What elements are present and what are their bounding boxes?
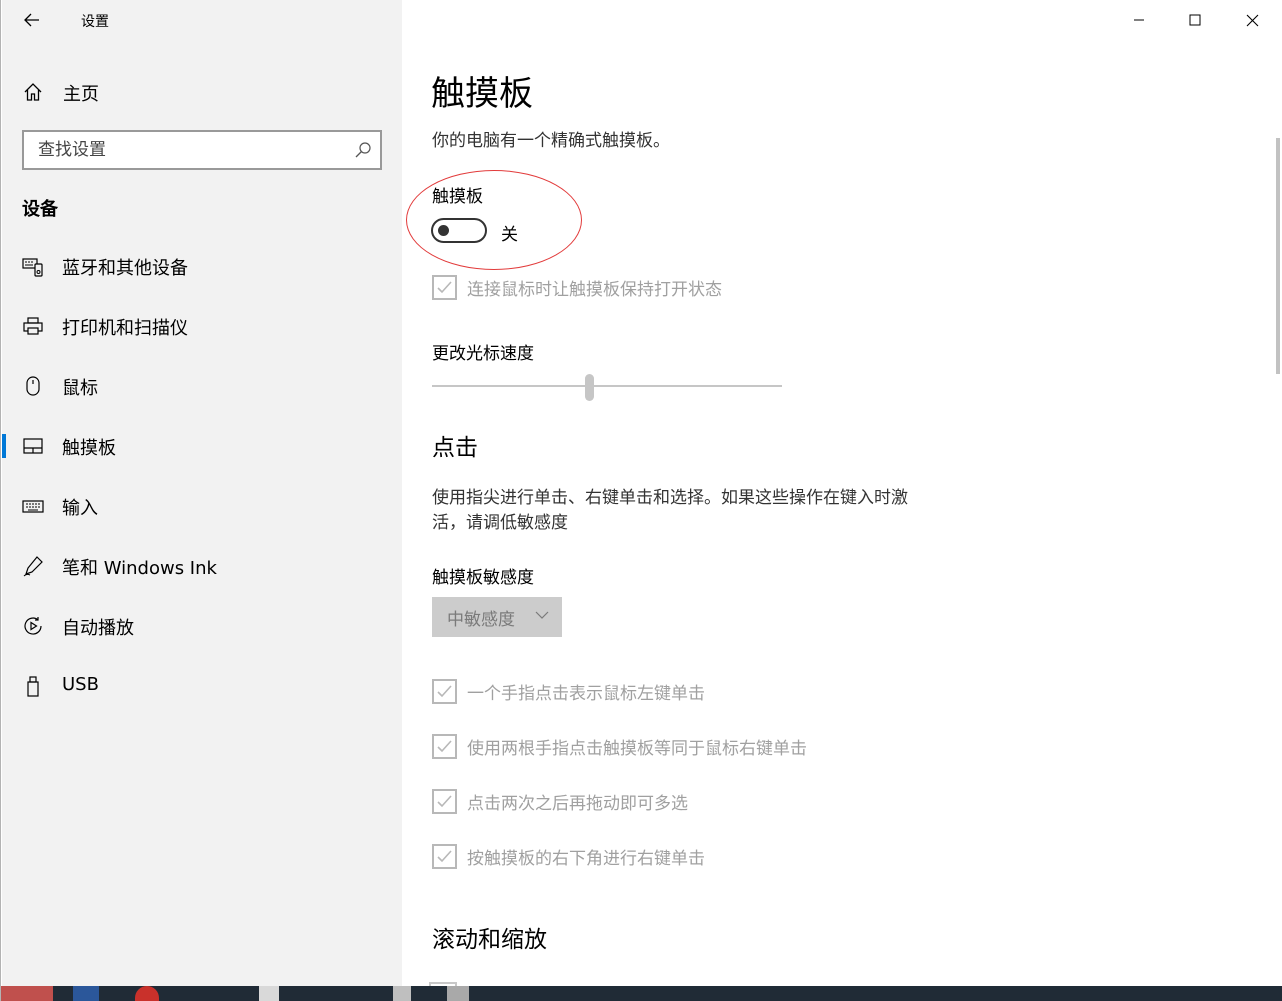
autoplay-icon bbox=[24, 617, 42, 635]
page-description: 你的电脑有一个精确式触摸板。 bbox=[432, 131, 670, 151]
page-title: 触摸板 bbox=[431, 74, 533, 114]
option-label: 点击两次之后再拖动即可多选 bbox=[467, 794, 688, 814]
checkmark-icon bbox=[437, 795, 452, 808]
option-checkbox[interactable] bbox=[432, 679, 457, 704]
scroll-zoom-heading: 滚动和缩放 bbox=[432, 927, 547, 953]
back-button[interactable] bbox=[16, 6, 48, 34]
app-title: 设置 bbox=[81, 14, 109, 30]
printer-icon bbox=[23, 317, 43, 335]
sidebar: 设置 主页 设备 蓝牙和其他设备 bbox=[2, 0, 402, 986]
keyboard-icon bbox=[22, 500, 44, 513]
maximize-button[interactable] bbox=[1167, 0, 1223, 40]
sidebar-item-mouse[interactable]: 鼠标 bbox=[2, 362, 402, 410]
search-input[interactable] bbox=[24, 132, 344, 168]
sidebar-item-label: 蓝牙和其他设备 bbox=[62, 258, 188, 279]
scrollbar-thumb[interactable] bbox=[1276, 138, 1280, 374]
home-icon bbox=[24, 83, 42, 101]
checkmark-icon bbox=[437, 685, 452, 698]
nav-home-label: 主页 bbox=[63, 84, 99, 105]
back-arrow-icon bbox=[24, 13, 39, 27]
search-icon[interactable] bbox=[354, 141, 372, 159]
taps-description-line1: 使用指尖进行单击、右键单击和选择。如果这些操作在键入时激 bbox=[432, 488, 908, 508]
mouse-icon bbox=[26, 376, 40, 396]
close-icon bbox=[1246, 14, 1258, 26]
settings-window: 设置 主页 设备 蓝牙和其他设备 bbox=[0, 0, 1282, 1001]
sensitivity-label: 触摸板敏感度 bbox=[432, 568, 534, 588]
taskbar-app-icon[interactable] bbox=[393, 986, 411, 1001]
cursor-speed-label: 更改光标速度 bbox=[432, 344, 534, 364]
maximize-icon bbox=[1189, 14, 1201, 26]
sidebar-item-label: 打印机和扫描仪 bbox=[62, 318, 188, 339]
sidebar-item-label: 输入 bbox=[62, 498, 98, 519]
taskbar-app-icon[interactable] bbox=[259, 986, 279, 1001]
sensitivity-value: 中敏感度 bbox=[447, 610, 515, 630]
sidebar-item-autoplay[interactable]: 自动播放 bbox=[2, 602, 402, 650]
cursor-speed-slider-thumb[interactable] bbox=[585, 374, 594, 401]
usb-icon bbox=[27, 676, 39, 697]
taps-heading: 点击 bbox=[432, 435, 478, 461]
sidebar-item-label: 触摸板 bbox=[62, 438, 116, 459]
sidebar-item-label: 鼠标 bbox=[62, 378, 98, 399]
sidebar-item-bluetooth[interactable]: 蓝牙和其他设备 bbox=[2, 242, 402, 290]
option-label: 一个手指点击表示鼠标左键单击 bbox=[467, 684, 705, 704]
sidebar-item-typing[interactable]: 输入 bbox=[2, 482, 402, 530]
taskbar-app-icon[interactable] bbox=[73, 986, 99, 1001]
option-label: 按触摸板的右下角进行右键单击 bbox=[467, 849, 705, 869]
pen-icon bbox=[23, 556, 43, 577]
nav-home[interactable]: 主页 bbox=[2, 70, 402, 112]
sidebar-item-pen[interactable]: 笔和 Windows Ink bbox=[2, 542, 402, 590]
option-checkbox[interactable] bbox=[432, 734, 457, 759]
keep-on-checkbox-label: 连接鼠标时让触摸板保持打开状态 bbox=[467, 280, 722, 300]
touchpad-icon bbox=[23, 438, 43, 454]
checkmark-icon bbox=[437, 850, 452, 863]
titlebar-left: 设置 bbox=[2, 0, 402, 40]
section-title: 设备 bbox=[22, 199, 58, 220]
taskbar bbox=[1, 986, 1282, 1001]
checkmark-icon bbox=[437, 281, 452, 294]
minimize-button[interactable] bbox=[1111, 0, 1167, 40]
taskbar-app-icon[interactable] bbox=[135, 986, 159, 1001]
sidebar-item-label: USB bbox=[62, 674, 99, 695]
sensitivity-dropdown[interactable]: 中敏感度 bbox=[432, 597, 562, 637]
bluetooth-devices-icon bbox=[22, 258, 43, 277]
annotation-ellipse bbox=[406, 170, 582, 270]
taps-description-line2: 活，请调低敏感度 bbox=[432, 513, 568, 533]
search-box[interactable] bbox=[22, 130, 382, 170]
taskbar-app-icon[interactable] bbox=[447, 986, 469, 1001]
option-label: 使用两根手指点击触摸板等同于鼠标右键单击 bbox=[467, 739, 807, 759]
cursor-speed-slider[interactable] bbox=[432, 385, 782, 387]
sidebar-item-usb[interactable]: USB bbox=[2, 662, 402, 710]
chevron-down-icon bbox=[535, 611, 549, 619]
sidebar-item-label: 自动播放 bbox=[62, 618, 134, 639]
option-checkbox[interactable] bbox=[432, 789, 457, 814]
keep-on-checkbox[interactable] bbox=[432, 275, 457, 300]
taskbar-app-icon[interactable] bbox=[1, 986, 53, 1001]
sidebar-item-touchpad[interactable]: 触摸板 bbox=[2, 422, 402, 470]
minimize-icon bbox=[1134, 19, 1144, 21]
sidebar-item-label: 笔和 Windows Ink bbox=[62, 558, 217, 579]
option-checkbox[interactable] bbox=[432, 844, 457, 869]
close-button[interactable] bbox=[1224, 0, 1280, 40]
sidebar-item-printers[interactable]: 打印机和扫描仪 bbox=[2, 302, 402, 350]
checkmark-icon bbox=[437, 740, 452, 753]
